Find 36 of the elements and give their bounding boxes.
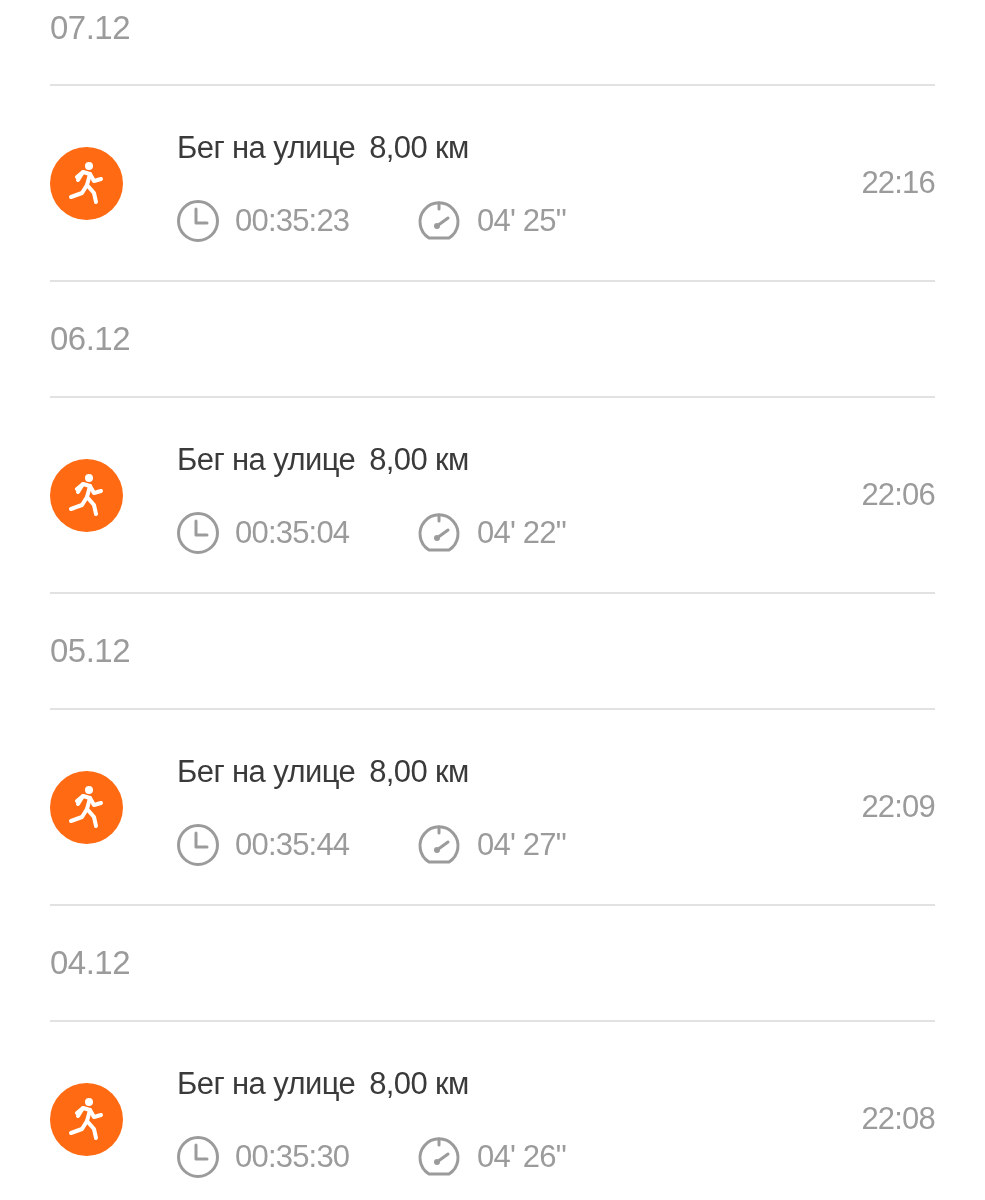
speedometer-icon	[417, 512, 461, 554]
speedometer-icon	[417, 1136, 461, 1178]
time-text: 22:09	[861, 788, 935, 826]
running-icon	[50, 458, 123, 532]
distance-text: 8,00 км	[369, 442, 469, 478]
running-icon	[50, 770, 123, 844]
clock-icon	[177, 512, 219, 554]
distance-text: 8,00 км	[369, 130, 469, 166]
pace-text: 04' 26"	[477, 1138, 566, 1176]
pace-text: 04' 22"	[477, 514, 566, 552]
time-text: 22:08	[861, 1100, 935, 1138]
date-header: 04.12	[50, 943, 131, 983]
running-icon	[50, 146, 123, 220]
activity-name: Бег на улице	[177, 130, 356, 166]
activity-name: Бег на улице	[177, 754, 356, 790]
activity-name: Бег на улице	[177, 1066, 356, 1102]
date-header: 06.12	[50, 319, 131, 359]
duration-text: 00:35:23	[235, 202, 350, 240]
clock-icon	[177, 824, 219, 866]
speedometer-icon	[417, 824, 461, 866]
clock-icon	[177, 1136, 219, 1178]
speedometer-icon	[417, 200, 461, 242]
running-icon	[50, 1082, 123, 1156]
date-header: 05.12	[50, 631, 131, 671]
duration-text: 00:35:30	[235, 1138, 350, 1176]
activity-name: Бег на улице	[177, 442, 356, 478]
distance-text: 8,00 км	[369, 754, 469, 790]
clock-icon	[177, 200, 219, 242]
date-header: 07.12	[50, 8, 131, 48]
distance-text: 8,00 км	[369, 1066, 469, 1102]
duration-text: 00:35:04	[235, 514, 350, 552]
duration-text: 00:35:44	[235, 826, 350, 864]
time-text: 22:16	[861, 164, 935, 202]
pace-text: 04' 27"	[477, 826, 566, 864]
pace-text: 04' 25"	[477, 202, 566, 240]
time-text: 22:06	[861, 476, 935, 514]
